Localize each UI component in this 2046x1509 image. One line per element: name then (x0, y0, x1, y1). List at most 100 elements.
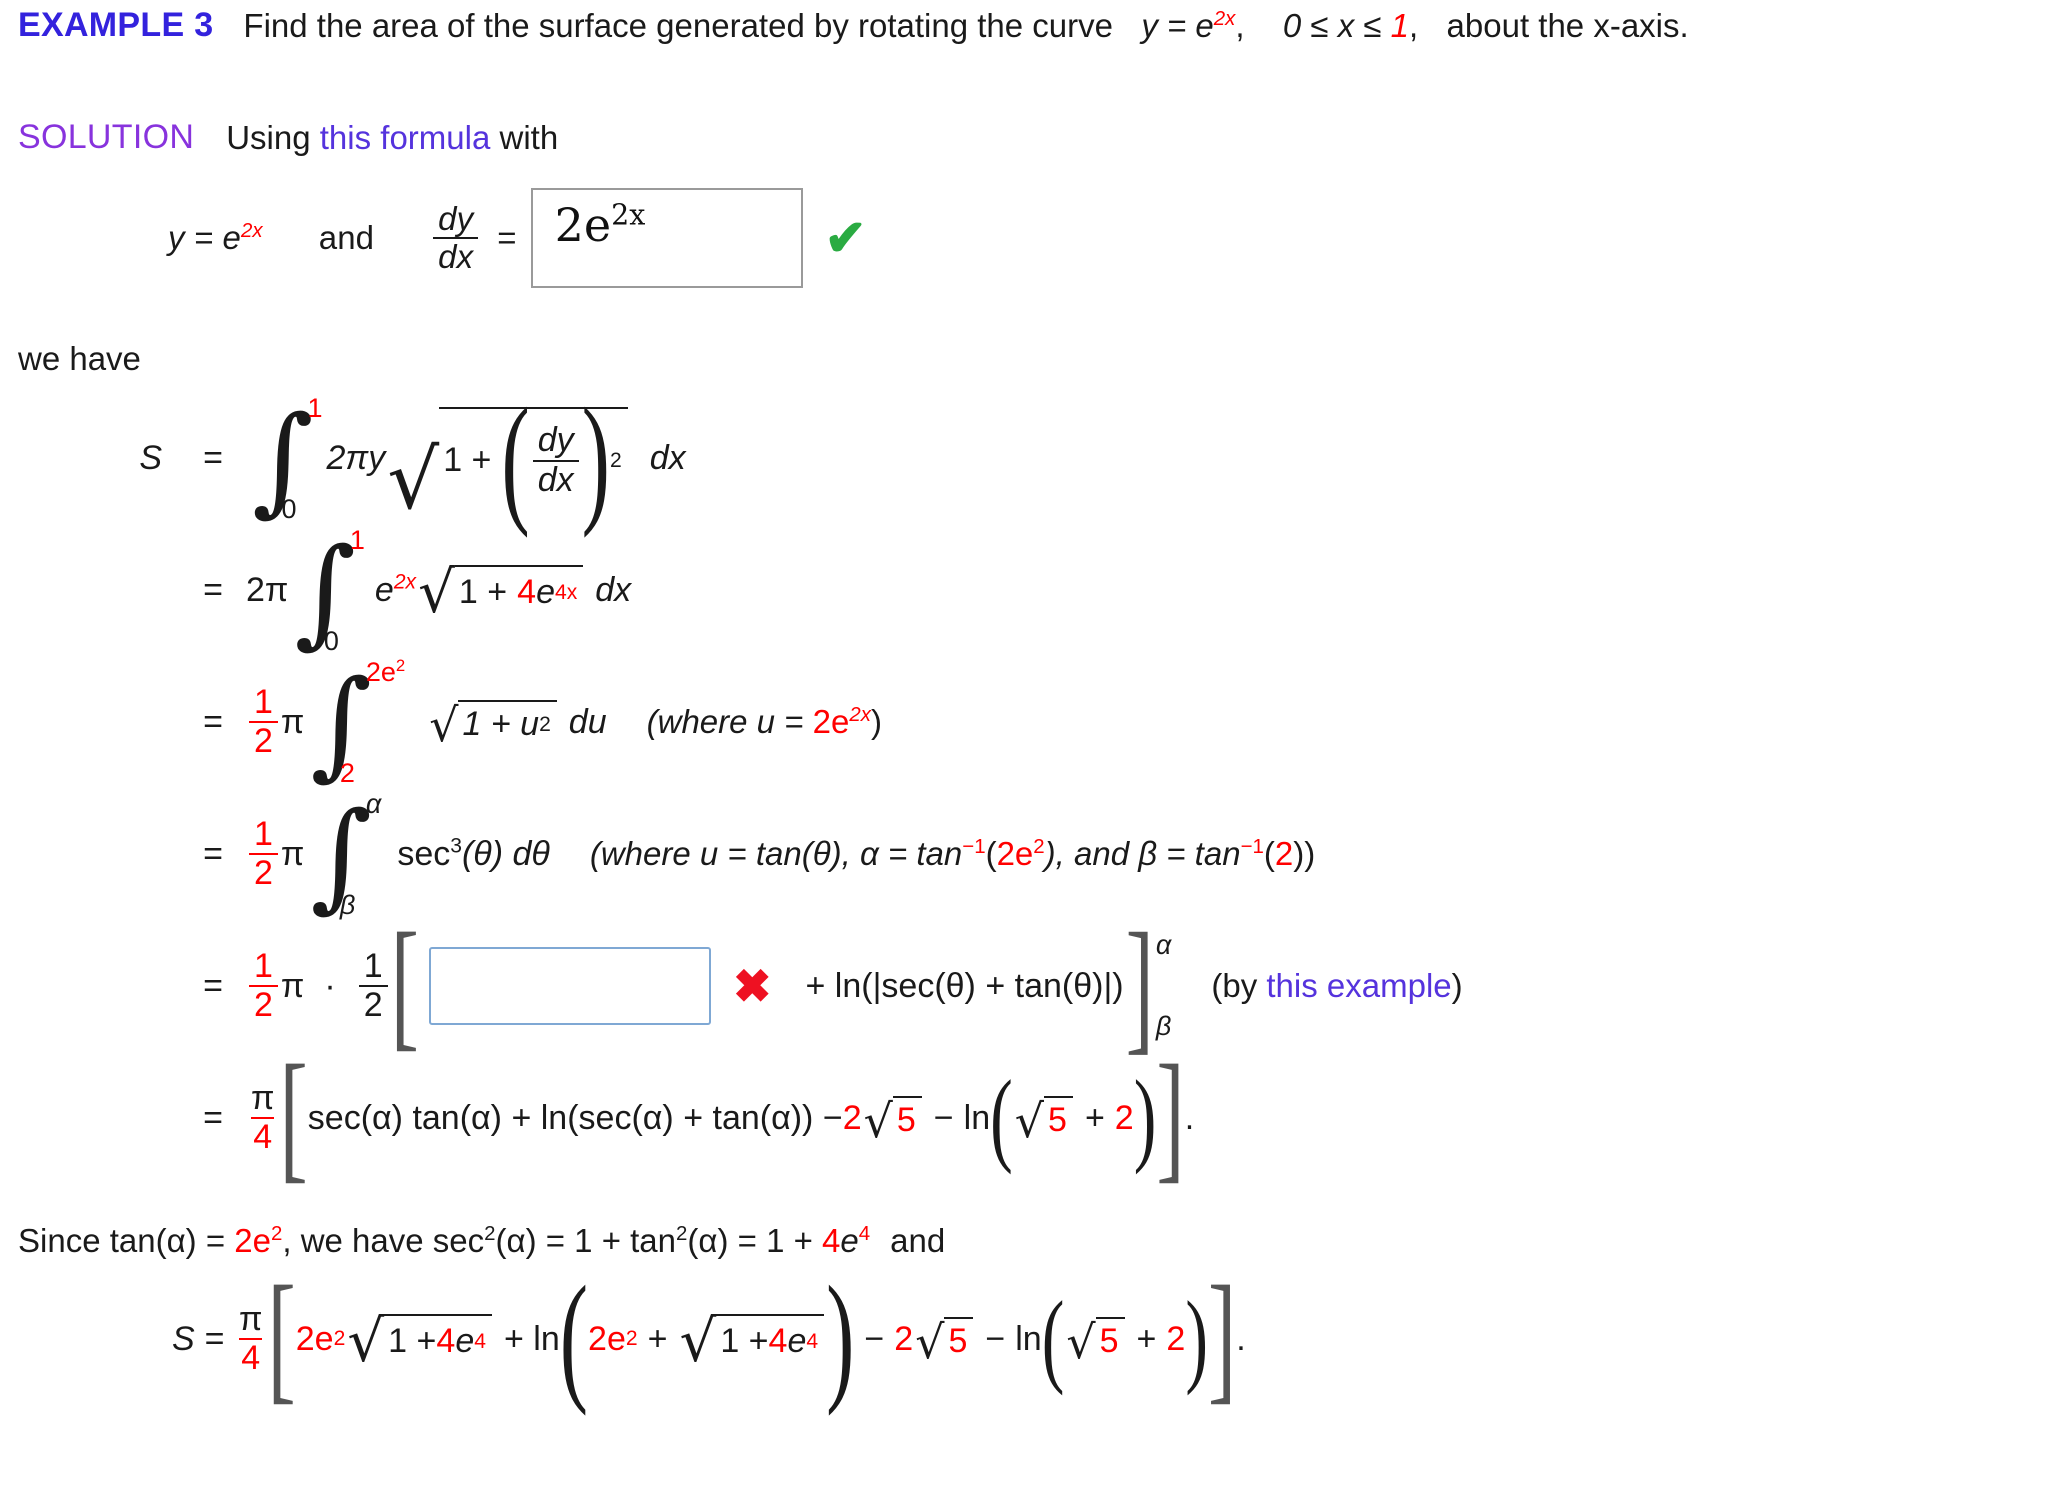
minus-6: − (933, 1098, 954, 1137)
bracket-close-final: ] (1207, 1257, 1237, 1418)
domain-upper: 1 (1390, 6, 1410, 44)
radical-sign-icon: √ (1066, 1314, 1096, 1369)
final-2c: 2 (894, 1319, 914, 1358)
this-example-link[interactable]: this example (1266, 967, 1451, 1004)
pi-5: π (280, 966, 305, 1005)
paren-close-final: ) (826, 1257, 855, 1418)
since-2e: 2e (234, 1222, 271, 1259)
bracket-open-final: [ (267, 1257, 296, 1418)
radical-5-a: √ 5 (864, 1096, 922, 1144)
paren-close-1: ) (581, 378, 610, 539)
period-6: . (1184, 1098, 1195, 1137)
since-prefix: Since tan(α) = (18, 1222, 235, 1259)
integral-1: ∫ 1 0 (252, 390, 323, 529)
dy-numerator: dy (438, 199, 474, 237)
derivative-row: y = e2x and dy dx = 2e2x ✔ (168, 188, 866, 288)
integral-sign-icon: ∫ (294, 522, 356, 661)
integral-lower-3: 2 (339, 758, 355, 788)
plus-6: + (1084, 1098, 1105, 1137)
paren2-close-final: ) (1185, 1277, 1208, 1396)
example-label: EXAMPLE 3 (18, 6, 214, 44)
radical-1: √ 1 + ( dy dx ) 2 (387, 379, 628, 539)
radical-sign-icon: √ (1014, 1093, 1045, 1148)
y-exponent: 2x (240, 219, 263, 242)
plus-ln-final: + ln (503, 1319, 560, 1358)
reference-note-5: (by this example) (1211, 967, 1463, 1004)
pi-over-4-fraction-6: π 4 (251, 1078, 275, 1156)
radical-one-1: 1 + (443, 441, 492, 479)
domain-range: 0 ≤ x ≤ 1 (1282, 6, 1410, 44)
half-fraction-5a: 1 2 (249, 948, 278, 1024)
paren-open-1: ( (501, 378, 530, 539)
integral-sign-icon: ∫ (310, 654, 372, 793)
radical-sign-icon: √ (347, 1307, 385, 1376)
ln-6: ln (963, 1098, 991, 1137)
equation-stack: S = ∫ 1 0 2πy √ 1 + ( dy dx) 2 dx = 2π … (0, 379, 1463, 1196)
solution-label: SOLUTION (18, 118, 195, 156)
incorrect-cross-icon: ✖ (732, 960, 772, 1012)
equation-line-6: = π 4 [ sec(α) tan(α) + ln(sec(α) + tan(… (0, 1036, 1463, 1196)
since-2e-exp: 2 (270, 1222, 283, 1245)
integral-4: ∫ α β (310, 786, 381, 925)
multiply-dot-icon: · (324, 966, 336, 1005)
final-2e: 2e (295, 1319, 334, 1358)
radical-sign-icon: √ (429, 697, 459, 752)
integral-upper-1: 1 (307, 393, 323, 423)
evaluation-bracket-5: ] α β (1126, 904, 1172, 1069)
plus-final: + (647, 1319, 668, 1358)
statement-text-a: Find the area of the surface generated b… (243, 6, 1113, 44)
y-definition: y = e2x (168, 219, 263, 256)
dy-dx-fraction: dy dx (433, 199, 479, 275)
we-have-text: we have (18, 340, 141, 377)
radical-5-b: √ 5 (1014, 1093, 1073, 1148)
equals-6: = (203, 1098, 223, 1137)
integral-lower-4: β (339, 890, 356, 920)
paren-open-final: ( (559, 1257, 589, 1418)
integral-sign-icon: ∫ (252, 390, 314, 529)
pi-4: π (280, 834, 305, 873)
S-label: S (139, 438, 162, 477)
equals-2: = (203, 570, 223, 609)
dx-denominator: dx (433, 237, 479, 274)
integral-lower-2: 0 (323, 626, 339, 656)
final-lhs: S = (172, 1319, 224, 1358)
since-tail: and (890, 1222, 946, 1259)
integrand-prefix-1: 2πy (326, 438, 386, 477)
example-header: EXAMPLE 3 Find the area of the surface g… (18, 6, 1689, 45)
eval-upper-5: α (1155, 930, 1172, 960)
solution-intro: Using this formula with (226, 118, 559, 156)
equation-line-1: S = ∫ 1 0 2πy √ 1 + ( dy dx) 2 dx (0, 379, 1463, 539)
derivative-answer-input[interactable]: 2e2x (530, 188, 803, 288)
paren-open-6: ( (990, 1056, 1013, 1175)
plus-final-2: + (1136, 1319, 1157, 1358)
half-fraction-3: 1 2 (249, 684, 278, 760)
equals-sign: = (497, 219, 517, 256)
pi-3: π (280, 702, 305, 741)
this-formula-link[interactable]: this formula (320, 119, 491, 156)
integral-upper-2: 1 (349, 525, 365, 555)
integral-3: ∫ 2e2 2 (310, 654, 405, 793)
coefficient-2: 2π (246, 570, 289, 609)
substitution-note-3: (where u = 2e2x) (646, 703, 882, 740)
integral-upper-4: α (365, 789, 382, 819)
radical-final-3: √ 5 (915, 1317, 974, 1365)
statement-text-b: about the x-axis. (1446, 6, 1689, 44)
equation-line-4: = 1 2 π ∫ α β sec3(θ) dθ (where u = tan(… (0, 788, 1463, 920)
radical-body-3: 1 + u (462, 705, 540, 743)
radical-sign-icon: √ (418, 558, 455, 627)
differential-2: dx (595, 570, 632, 609)
integral-2: ∫ 1 0 (294, 522, 365, 661)
final-2d: 2 (1166, 1319, 1186, 1358)
radical-final-2: √ 1 + 4e4 (679, 1312, 825, 1370)
radical-final-4: √ 5 (1066, 1314, 1125, 1369)
solution-header: SOLUTION Using this formula with (18, 118, 558, 157)
derivative-answer-exponent: 2x (611, 198, 646, 232)
integral-sign-icon: ∫ (310, 786, 372, 925)
antiderivative-answer-input[interactable] (428, 947, 711, 1025)
equals-4: = (203, 834, 223, 873)
radical-four-2: 4 (517, 573, 537, 611)
radical-e-2: e (536, 573, 555, 611)
final-answer-equation: S = π 4 [ 2e 2 √ 1 + 4e4 + ln ( 2e 2 + √ 1… (172, 1257, 1246, 1417)
period-final: . (1236, 1319, 1246, 1358)
example-statement: Find the area of the surface generated b… (243, 6, 1689, 44)
